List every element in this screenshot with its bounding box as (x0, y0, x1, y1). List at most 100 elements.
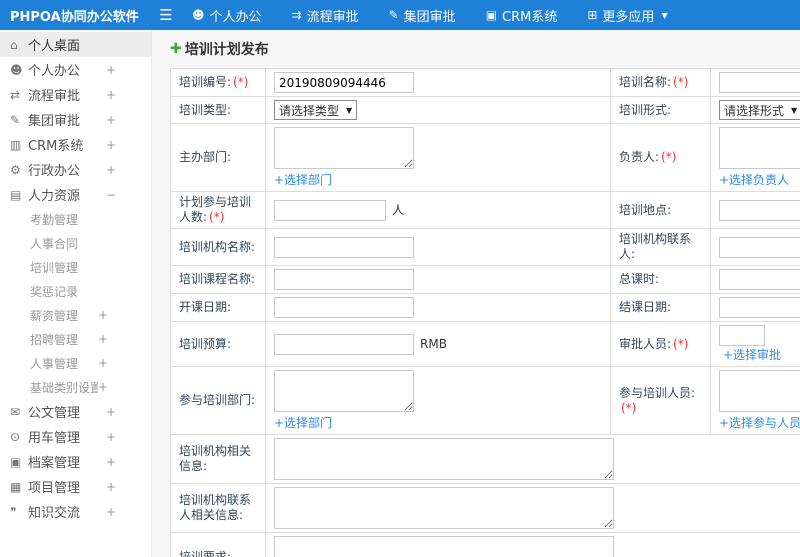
nav-item-personal-office[interactable]: ☻ 个人办公 (192, 6, 262, 25)
sidebar-item[interactable]: ❞ 知识交流 + (0, 499, 151, 524)
nav-item-label: 集团审批 (403, 9, 456, 25)
person-icon: ☻ (192, 8, 205, 22)
sidebar-item[interactable]: 人事合同 (0, 231, 151, 255)
collapse-minus-icon[interactable]: − (106, 188, 116, 202)
form-label-text: 培训机构相关信息: (179, 444, 252, 473)
institution-info-textarea[interactable] (274, 438, 614, 480)
budget-input[interactable] (274, 333, 414, 355)
course-name-input[interactable] (274, 269, 414, 290)
sidebar-item[interactable]: 薪资管理 + (0, 303, 151, 327)
hamburger-menu-icon[interactable]: ☰ (152, 6, 180, 24)
form-row: 培训类型: 请选择类型 ▼ 培训形式: 请选择形式 ▼ (170, 96, 800, 124)
total-hours-input[interactable] (719, 269, 800, 290)
form-label: 负责人: (*) (610, 123, 711, 192)
form-label-text: 培训机构联系人相关信息: (179, 493, 252, 522)
required-marker: (*) (661, 150, 677, 164)
form-label-text: 结课日期: (619, 300, 672, 314)
institution-name-input[interactable] (274, 236, 414, 258)
sidebar-item[interactable]: ✉ 公文管理 + (0, 399, 151, 424)
training-form-select[interactable]: 请选择形式 ▼ (719, 100, 800, 120)
main-content: ✚ 培训计划发布 培训编号:(*)培训名称:(*)培训类型:请选择类型▼培训形式… (152, 30, 800, 557)
expand-plus-icon[interactable]: + (106, 480, 116, 494)
nav-item-process-approval[interactable]: ⇉ 流程审批 (292, 6, 359, 25)
sidebar-item[interactable]: 人事管理 + (0, 351, 151, 375)
form-field (265, 265, 611, 294)
nav-item-group-approval[interactable]: ✎ 集团审批 (389, 6, 456, 25)
host-department-textarea[interactable] (274, 127, 414, 169)
expand-plus-icon[interactable]: + (106, 63, 116, 77)
caret-down-icon: ▼ (661, 10, 668, 20)
planned-participants-input[interactable] (274, 199, 386, 221)
select-department-link[interactable]: +选择部门 (274, 414, 332, 431)
sidebar-item-label: 知识交流 (28, 506, 81, 521)
sidebar-item[interactable]: ▤ 人力资源 − (0, 182, 151, 207)
start-date-input[interactable] (274, 297, 414, 318)
sidebar-item[interactable]: ⊙ 用车管理 + (0, 424, 151, 449)
form-label: 审批人员: (*) (610, 321, 711, 367)
training-type-select[interactable]: 请选择类型 ▼ (274, 100, 358, 120)
form-field: +选择部门 (265, 123, 611, 192)
sidebar-item-label: 用车管理 (28, 431, 81, 446)
sidebar-item[interactable]: 培训管理 (0, 255, 151, 279)
form-label-text: 培训类型: (179, 102, 232, 117)
expand-plus-icon[interactable]: + (106, 138, 116, 152)
institution-contact-input[interactable] (719, 236, 800, 258)
form-field (710, 68, 800, 97)
nav-item-more-apps[interactable]: ⊞ 更多应用 ▼ (587, 6, 667, 25)
approver-input[interactable] (719, 325, 765, 346)
sidebar-item[interactable]: ▥ CRM系统 + (0, 132, 151, 157)
form-label-text: 总课时: (619, 272, 660, 286)
expand-plus-icon[interactable]: + (106, 163, 116, 177)
select-department-link[interactable]: +选择部门 (274, 171, 332, 188)
form-row: 开课日期: 结课日期: (170, 293, 800, 322)
expand-plus-icon[interactable]: + (98, 308, 108, 322)
expand-plus-icon[interactable]: + (98, 332, 108, 346)
select-participants-link[interactable]: +选择参与人员 (719, 414, 800, 431)
form-label: 开课日期: (170, 293, 266, 322)
sidebar-item-label: CRM系统 (28, 139, 84, 154)
expand-plus-icon[interactable]: + (106, 113, 116, 127)
end-date-input[interactable] (719, 297, 800, 318)
expand-plus-icon[interactable]: + (98, 380, 108, 394)
sidebar-item[interactable]: ⚙ 行政办公 + (0, 157, 151, 182)
sidebar-item[interactable]: 招聘管理 + (0, 327, 151, 351)
training-location-input[interactable] (719, 199, 800, 221)
sidebar-item[interactable]: 考勤管理 (0, 207, 151, 231)
training-number-input[interactable] (274, 72, 414, 93)
institution-contact-info-textarea[interactable] (274, 487, 614, 529)
select-leader-link[interactable]: +选择负责人 (719, 171, 789, 188)
sidebar-item[interactable]: ✎ 集团审批 + (0, 107, 151, 132)
participating-department-textarea[interactable] (274, 370, 414, 412)
participating-staff-textarea[interactable] (719, 370, 800, 412)
expand-plus-icon[interactable]: + (106, 505, 116, 519)
sidebar-item-label: 人事管理 (30, 356, 79, 371)
training-name-input[interactable] (719, 72, 800, 93)
expand-plus-icon[interactable]: + (98, 356, 108, 370)
topbar-nav: ☻ 个人办公 ⇉ 流程审批 ✎ 集团审批 ▣ CRM系统 ⊞ 更多应用 ▼ (192, 6, 668, 25)
form-field (710, 265, 800, 294)
field-suffix: 人 (392, 202, 405, 217)
form-field: +选择负责人 (710, 123, 800, 192)
sidebar-item[interactable]: ▣ 档案管理 + (0, 449, 151, 474)
select-approver-link[interactable]: +选择审批 (723, 348, 781, 362)
nav-item-crm-system[interactable]: ▣ CRM系统 (486, 6, 558, 25)
form-field (265, 532, 800, 557)
form-field: 请选择形式 ▼ (710, 96, 800, 124)
sidebar-item[interactable]: ⌂ 个人桌面 (0, 32, 151, 57)
sidebar-item[interactable]: ▦ 项目管理 + (0, 474, 151, 499)
sidebar-item-label: 基础类别设置 (30, 380, 98, 395)
form-label: 培训预算: (170, 321, 266, 367)
form-field: +选择审批 (710, 321, 800, 367)
chat-icon: ❞ (10, 504, 17, 519)
sidebar-item[interactable]: 奖惩记录 (0, 279, 151, 303)
sidebar-item[interactable]: ⇄ 流程审批 + (0, 82, 151, 107)
sidebar-item[interactable]: 基础类别设置 + (0, 375, 151, 399)
leader-textarea[interactable] (719, 127, 800, 169)
expand-plus-icon[interactable]: + (106, 405, 116, 419)
caret-down-icon: ▼ (791, 105, 798, 115)
expand-plus-icon[interactable]: + (106, 88, 116, 102)
expand-plus-icon[interactable]: + (106, 455, 116, 469)
training-requirements-textarea[interactable] (274, 536, 614, 557)
expand-plus-icon[interactable]: + (106, 430, 116, 444)
sidebar-item[interactable]: ☻ 个人办公 + (0, 57, 151, 82)
